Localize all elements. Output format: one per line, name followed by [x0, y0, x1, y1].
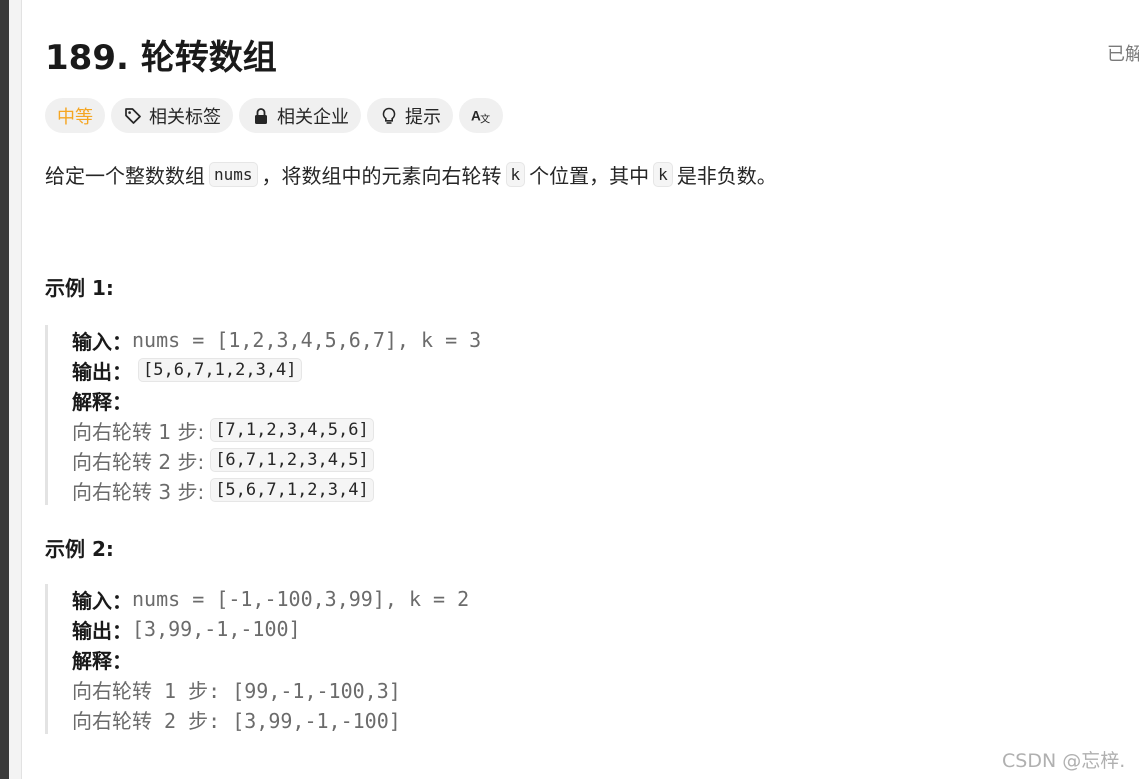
input-label: 输入：: [72, 329, 132, 354]
statement-text-4: 是非负数。: [676, 164, 777, 188]
window-left-rail: [0, 0, 9, 779]
panel-splitter[interactable]: [9, 0, 22, 779]
step-text: 向右轮转 2 步: [3,99,-1,-100]: [72, 708, 401, 733]
problem-title: 189. 轮转数组: [45, 38, 277, 78]
step-text: 向右轮转 1 步: [99,-1,-100,3]: [72, 678, 401, 703]
related-companies-button[interactable]: 相关企业: [239, 98, 361, 133]
hint-label: 提示: [405, 106, 441, 128]
example-1-title: 示例 1:: [45, 276, 114, 300]
problem-statement: 给定一个整数数组 nums ，将数组中的元素向右轮转 k 个位置，其中 k 是非…: [45, 160, 777, 189]
explain-label: 解释：: [72, 648, 132, 673]
lightbulb-icon: [379, 106, 399, 126]
input-value: nums = [-1,-100,3,99], k = 2: [132, 587, 470, 611]
example-2-step-1: 向右轮转 1 步: [99,-1,-100,3]: [72, 674, 469, 704]
statement-text-3: 个位置，其中: [529, 164, 650, 188]
inline-code-k-2: k: [653, 162, 673, 187]
lock-icon: [251, 106, 271, 126]
example-1-step-3: 向右轮转 3 步: [5,6,7,1,2,3,4]: [72, 475, 481, 505]
statement-text-2: ，将数组中的元素向右轮转: [261, 164, 502, 188]
step-text: 向右轮转 1 步:: [72, 419, 205, 444]
output-label: 输出：: [72, 618, 132, 643]
example-1-output: 输出： [5,6,7,1,2,3,4]: [72, 355, 481, 385]
title-row: 189. 轮转数组: [45, 30, 277, 79]
inline-code-nums: nums: [209, 162, 258, 187]
statement-text-1: 给定一个整数数组: [45, 164, 205, 188]
example-2-block: 输入： nums = [-1,-100,3,99], k = 2 输出： [3,…: [45, 584, 469, 734]
difficulty-badge[interactable]: 中等: [45, 98, 105, 133]
example-2-step-2: 向右轮转 2 步: [3,99,-1,-100]: [72, 704, 469, 734]
example-2-title: 示例 2:: [45, 537, 114, 561]
related-companies-label: 相关企业: [277, 106, 349, 128]
output-label: 输出：: [72, 359, 132, 384]
step-value: [5,6,7,1,2,3,4]: [210, 478, 374, 502]
output-value: [5,6,7,1,2,3,4]: [138, 358, 302, 382]
translate-icon: A文: [471, 106, 491, 126]
step-text: 向右轮转 2 步:: [72, 449, 205, 474]
example-1-block: 输入： nums = [1,2,3,4,5,6,7], k = 3 输出： [5…: [45, 325, 481, 505]
output-value: [3,99,-1,-100]: [132, 617, 301, 641]
example-2-output: 输出： [3,99,-1,-100]: [72, 614, 469, 644]
hint-button[interactable]: 提示: [367, 98, 453, 133]
inline-code-k: k: [505, 162, 526, 187]
tag-bar: 中等 相关标签 相关企业 提示 A文: [45, 98, 503, 133]
tag-icon: [123, 106, 143, 126]
related-tags-button[interactable]: 相关标签: [111, 98, 233, 133]
step-value: [7,1,2,3,4,5,6]: [210, 418, 374, 442]
watermark: CSDN @忘梓.: [1002, 750, 1126, 772]
example-2-explain: 解释：: [72, 644, 469, 674]
step-value: [6,7,1,2,3,4,5]: [210, 448, 374, 472]
translate-button[interactable]: A文: [459, 98, 503, 133]
example-1-step-1: 向右轮转 1 步: [7,1,2,3,4,5,6]: [72, 415, 481, 445]
example-2-input: 输入： nums = [-1,-100,3,99], k = 2: [72, 584, 469, 614]
input-label: 输入：: [72, 588, 132, 613]
related-tags-label: 相关标签: [149, 106, 221, 128]
example-1-step-2: 向右轮转 2 步: [6,7,1,2,3,4,5]: [72, 445, 481, 475]
example-1-input: 输入： nums = [1,2,3,4,5,6,7], k = 3: [72, 325, 481, 355]
solved-status: 已解: [1107, 44, 1139, 65]
example-1-explain: 解释：: [72, 385, 481, 415]
step-text: 向右轮转 3 步:: [72, 479, 205, 504]
difficulty-label: 中等: [57, 106, 93, 128]
input-value: nums = [1,2,3,4,5,6,7], k = 3: [132, 328, 482, 352]
svg-text:文: 文: [480, 112, 490, 125]
explain-label: 解释：: [72, 389, 132, 414]
